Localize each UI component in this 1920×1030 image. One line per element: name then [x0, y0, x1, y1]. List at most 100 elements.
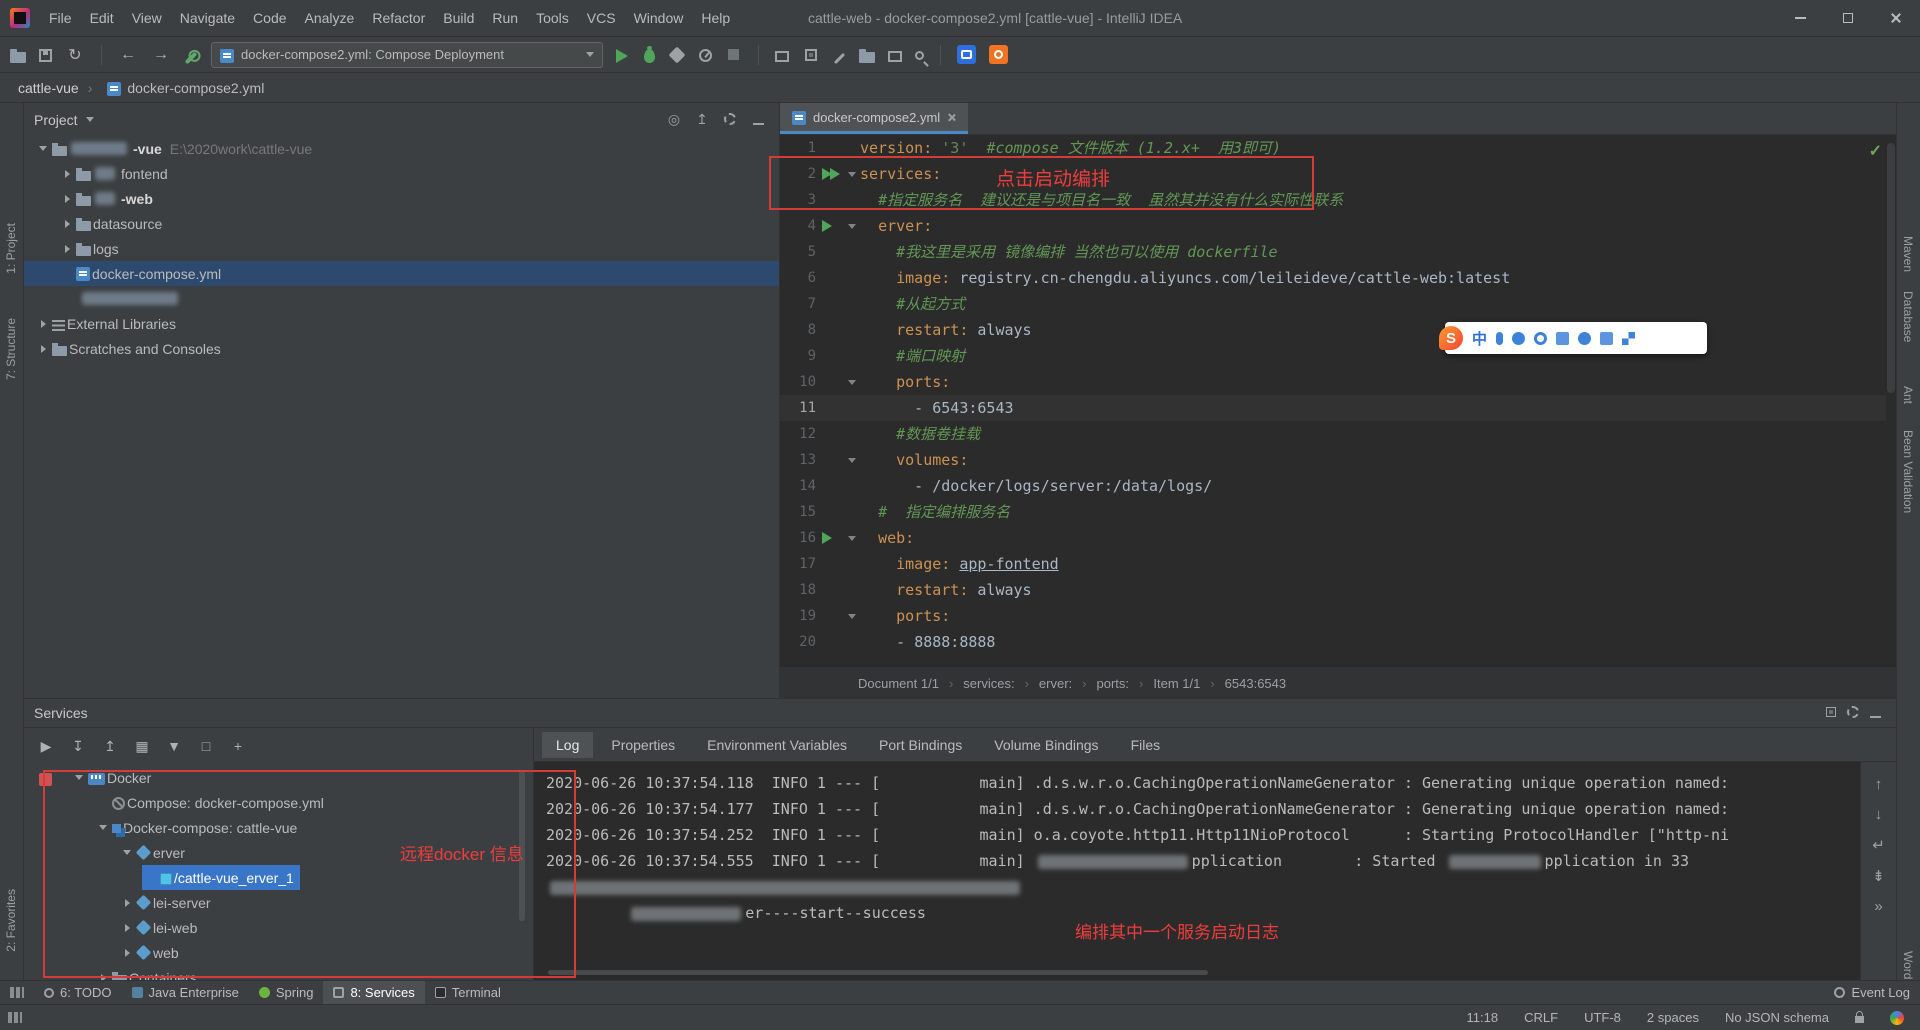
ime-mode-label[interactable]: 中 — [1472, 328, 1487, 349]
status-2-spaces[interactable]: 2 spaces — [1647, 1010, 1699, 1025]
tree-row-logs[interactable]: logs — [24, 236, 779, 261]
tab-docker-compose2[interactable]: docker-compose2.yml — [780, 103, 968, 134]
tool-button-spring[interactable]: Spring — [249, 981, 324, 1005]
editor-breadcrumb-item-1-1[interactable]: Item 1/1 — [1129, 676, 1200, 691]
log-horizontal-scrollbar[interactable] — [548, 970, 1208, 975]
code-line-17[interactable]: 17 image: app-fontend — [780, 551, 1886, 577]
chevron-right-icon[interactable] — [58, 245, 76, 253]
code-line-5[interactable]: 5 #我这里是采用 镜像编排 当然也可以使用 dockerfile — [780, 239, 1886, 265]
fold-icon[interactable] — [848, 536, 856, 541]
menu-code[interactable]: Code — [244, 10, 295, 26]
chevron-right-icon[interactable] — [58, 220, 76, 228]
float-mode-icon[interactable] — [1820, 704, 1842, 723]
fold-icon[interactable] — [848, 458, 856, 463]
tree-row-external-libraries[interactable]: External Libraries — [24, 311, 779, 336]
tool-button-2-favorites[interactable]: 2: Favorites — [4, 889, 18, 952]
tree-row-docker-compose-cattle-vue[interactable]: Docker-compose: cattle-vue — [60, 815, 533, 840]
tab-properties[interactable]: Properties — [597, 732, 689, 758]
maximize-button[interactable] — [1824, 0, 1872, 37]
tree-row-compose-docker-compose-yml[interactable]: Compose: docker-compose.yml — [60, 790, 533, 815]
tool-button-7-structure[interactable]: 7: Structure — [4, 318, 18, 380]
tree-row-docker-compose-yml[interactable]: docker-compose.yml — [24, 261, 779, 286]
log-output[interactable]: 2020-06-26 10:37:54.118 INFO 1 --- [ mai… — [534, 762, 1860, 980]
tool-button-ant[interactable]: Ant — [1901, 386, 1915, 404]
tree-row-web[interactable]: -web — [24, 186, 779, 211]
code-line-9[interactable]: 9 #端口映射 — [780, 343, 1886, 369]
chevron-down-icon[interactable] — [118, 850, 136, 855]
mic-icon[interactable] — [1534, 332, 1547, 345]
tree-row-cattle-vue-erver-1[interactable]: /cattle-vue_erver_1 — [60, 865, 533, 890]
search-icon[interactable] — [915, 51, 924, 60]
terminal-icon[interactable] — [888, 51, 902, 62]
editor-breadcrumb-services[interactable]: services: — [939, 676, 1015, 691]
code-line-8[interactable]: 8 restart: always — [780, 317, 1886, 343]
collapse-all-icon[interactable]: ↥ — [691, 111, 713, 128]
tool-window-switcher-icon[interactable] — [8, 1012, 22, 1023]
coverage-button[interactable] — [669, 46, 686, 63]
tree-row-containers[interactable]: Containers — [60, 965, 533, 980]
stop-button[interactable] — [728, 49, 739, 60]
tool-button-bean-validation[interactable]: Bean Validation — [1901, 430, 1915, 513]
code-line-4[interactable]: 4 erver: — [780, 213, 1886, 239]
minimize-button[interactable] — [1776, 0, 1824, 37]
tool-button-database[interactable]: Database — [1901, 291, 1915, 342]
project-panel-title[interactable]: Project — [34, 112, 78, 128]
tool-button-java-enterprise[interactable]: Java Enterprise — [122, 981, 249, 1005]
attach-process-icon[interactable] — [775, 51, 789, 62]
code-line-10[interactable]: 10 ports: — [780, 369, 1886, 395]
menu-vcs[interactable]: VCS — [578, 10, 625, 26]
status-crlf[interactable]: CRLF — [1524, 1010, 1558, 1025]
tool-button-maven[interactable]: Maven — [1901, 236, 1915, 272]
tree-row-web[interactable]: web — [60, 940, 533, 965]
chevron-right-icon[interactable] — [34, 345, 52, 353]
fold-icon[interactable] — [848, 172, 856, 177]
tab-log[interactable]: Log — [542, 732, 593, 758]
keyboard-icon[interactable] — [1556, 332, 1569, 345]
code-line-3[interactable]: 3 #指定服务名 建议还是与项目名一致 虽然其并没有什么实际性联系 — [780, 187, 1886, 213]
close-tab-icon[interactable] — [947, 113, 956, 122]
editor-breadcrumb-ports[interactable]: ports: — [1072, 676, 1129, 691]
scroll-to-end-icon[interactable]: ⇟ — [1872, 867, 1885, 885]
tool-button-8-services[interactable]: 8: Services — [323, 981, 424, 1005]
chevron-right-icon[interactable] — [34, 320, 52, 328]
code-editor[interactable]: 1version: '3' #compose 文件版本 (1.2.x+ 用3即可… — [780, 135, 1886, 667]
code-line-2[interactable]: 2services: — [780, 161, 1886, 187]
scroll-up-icon[interactable]: ↑ — [1875, 776, 1883, 793]
profiler-button[interactable] — [699, 49, 712, 62]
debug-button[interactable] — [644, 49, 655, 63]
run-button[interactable] — [616, 49, 628, 63]
status-no-json-schema[interactable]: No JSON schema — [1725, 1010, 1829, 1025]
code-line-16[interactable]: 16 web: — [780, 525, 1886, 551]
menu-run[interactable]: Run — [483, 10, 527, 26]
hide-panel-icon[interactable] — [747, 112, 769, 128]
code-line-6[interactable]: 6 image: registry.cn-chengdu.aliyuncs.co… — [780, 265, 1886, 291]
fold-icon[interactable] — [848, 380, 856, 385]
tool-button-6-todo[interactable]: 6: TODO — [34, 981, 122, 1005]
chevron-right-icon[interactable] — [118, 924, 136, 932]
code-line-1[interactable]: 1version: '3' #compose 文件版本 (1.2.x+ 用3即可… — [780, 135, 1886, 161]
sogou-logo-icon[interactable]: S — [1439, 326, 1463, 350]
code-line-7[interactable]: 7 #从起方式 — [780, 291, 1886, 317]
breadcrumb-project[interactable]: cattle-vue — [18, 80, 79, 96]
editor-scrollbar[interactable] — [1887, 143, 1895, 393]
menu-refactor[interactable]: Refactor — [363, 10, 434, 26]
project-structure-icon[interactable] — [859, 52, 875, 63]
group-by-icon[interactable]: ▦ — [134, 738, 150, 755]
run-icon[interactable] — [822, 220, 832, 232]
menu-file[interactable]: File — [40, 10, 81, 26]
tool-button-event-log[interactable]: Event Log — [1824, 981, 1920, 1005]
gear-icon[interactable] — [1842, 705, 1864, 721]
grid-menu-icon[interactable] — [1622, 332, 1635, 345]
tree-row-lei-web[interactable]: lei-web — [60, 915, 533, 940]
menu-view[interactable]: View — [123, 10, 171, 26]
lock-icon[interactable] — [1855, 1016, 1864, 1023]
chevron-right-icon[interactable] — [118, 899, 136, 907]
tree-row-redacted[interactable] — [24, 286, 779, 311]
code-line-15[interactable]: 15 # 指定编排服务名 — [780, 499, 1886, 525]
expand-all-icon[interactable]: ↧ — [70, 738, 86, 755]
smiley-icon[interactable] — [1512, 332, 1525, 345]
menu-tools[interactable]: Tools — [527, 10, 578, 26]
tree-row-fontend[interactable]: fontend — [24, 161, 779, 186]
person-icon[interactable] — [1578, 332, 1591, 345]
tab-port-bindings[interactable]: Port Bindings — [865, 732, 976, 758]
